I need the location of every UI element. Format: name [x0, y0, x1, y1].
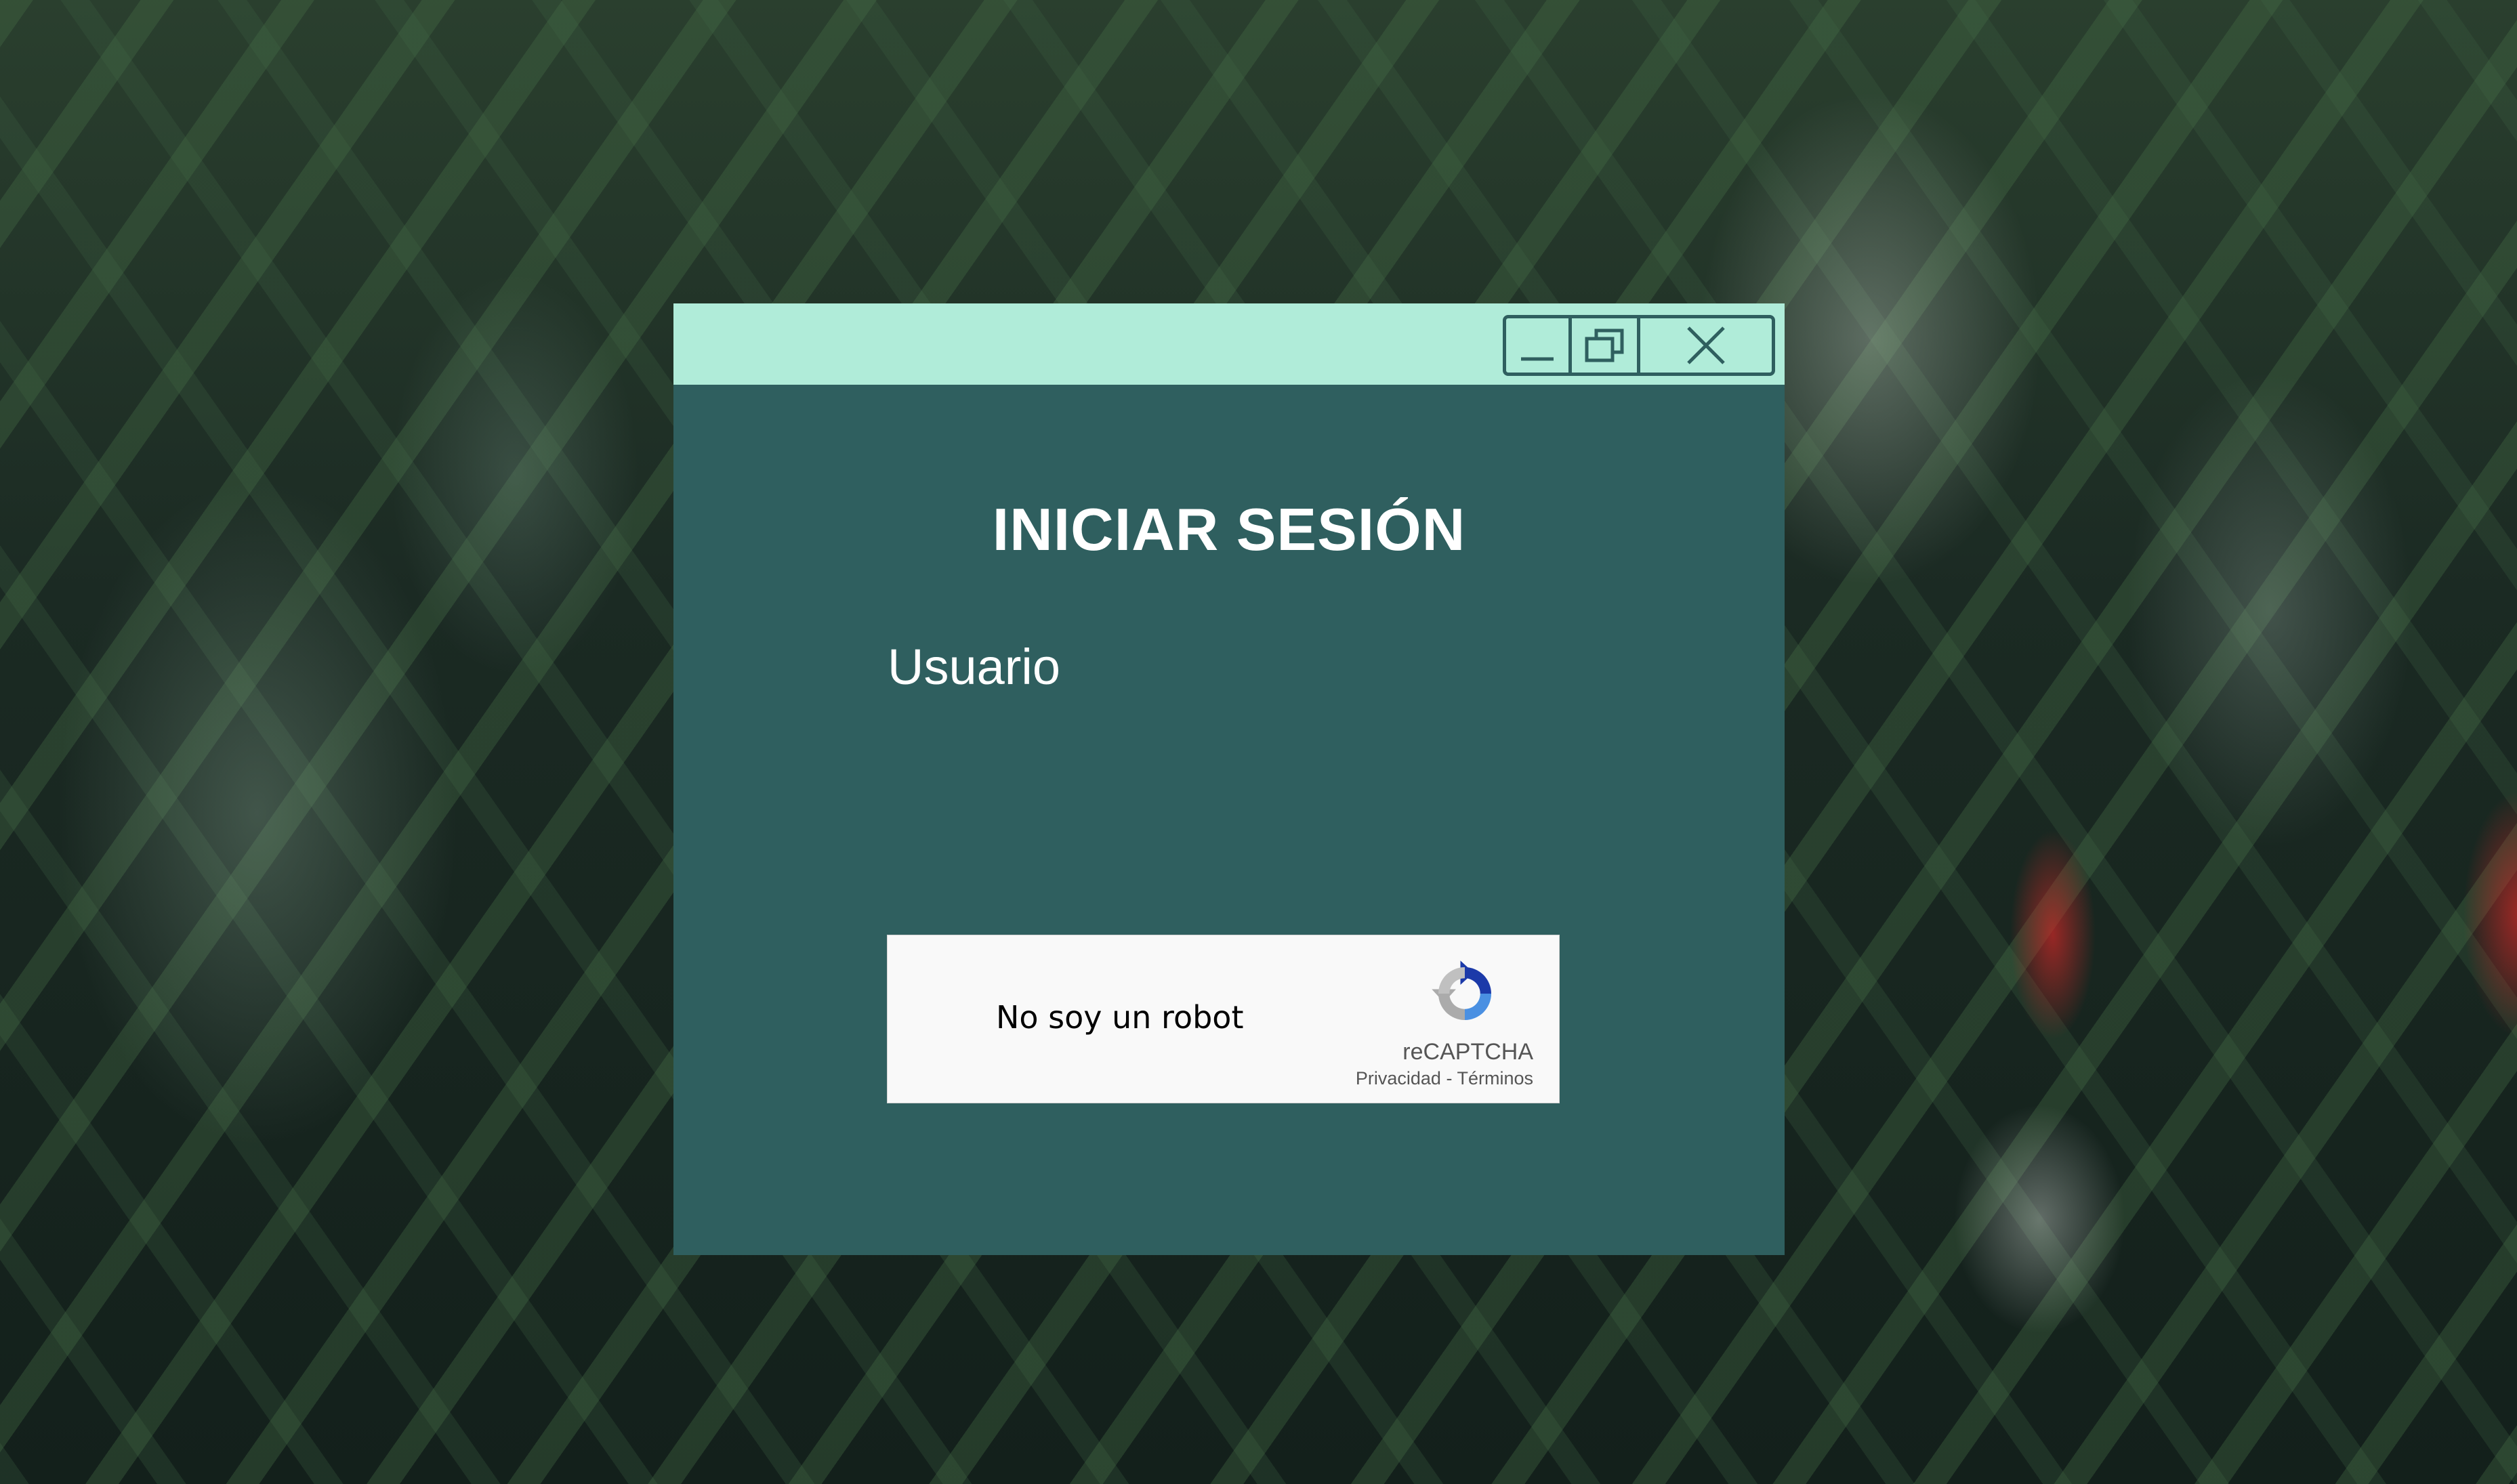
link-separator: -: [1440, 1068, 1457, 1088]
close-icon: [1687, 326, 1725, 364]
username-label: Usuario: [888, 639, 1060, 695]
login-title: INICIAR SESIÓN: [992, 496, 1466, 563]
terms-link[interactable]: Términos: [1457, 1068, 1533, 1088]
minimize-button[interactable]: [1506, 318, 1572, 373]
recaptcha-links: Privacidad - Términos: [1356, 1069, 1533, 1088]
restore-button[interactable]: [1572, 318, 1640, 373]
window-title-bar: [673, 303, 1785, 385]
minimize-icon: [1521, 357, 1554, 361]
restore-icon: [1585, 328, 1624, 362]
recaptcha-widget[interactable]: No soy un robot reCAPTCHA Privacidad - T…: [887, 935, 1560, 1103]
close-button[interactable]: [1640, 318, 1772, 373]
recaptcha-label[interactable]: No soy un robot: [996, 1002, 1243, 1033]
recaptcha-brand: reCAPTCHA: [1402, 1039, 1533, 1065]
login-window: INICIAR SESIÓN Usuario No soy un robot r…: [673, 303, 1785, 1255]
window-controls: [1503, 315, 1775, 376]
privacy-link[interactable]: Privacidad: [1356, 1068, 1441, 1088]
recaptcha-logo-icon: [1432, 960, 1491, 1020]
